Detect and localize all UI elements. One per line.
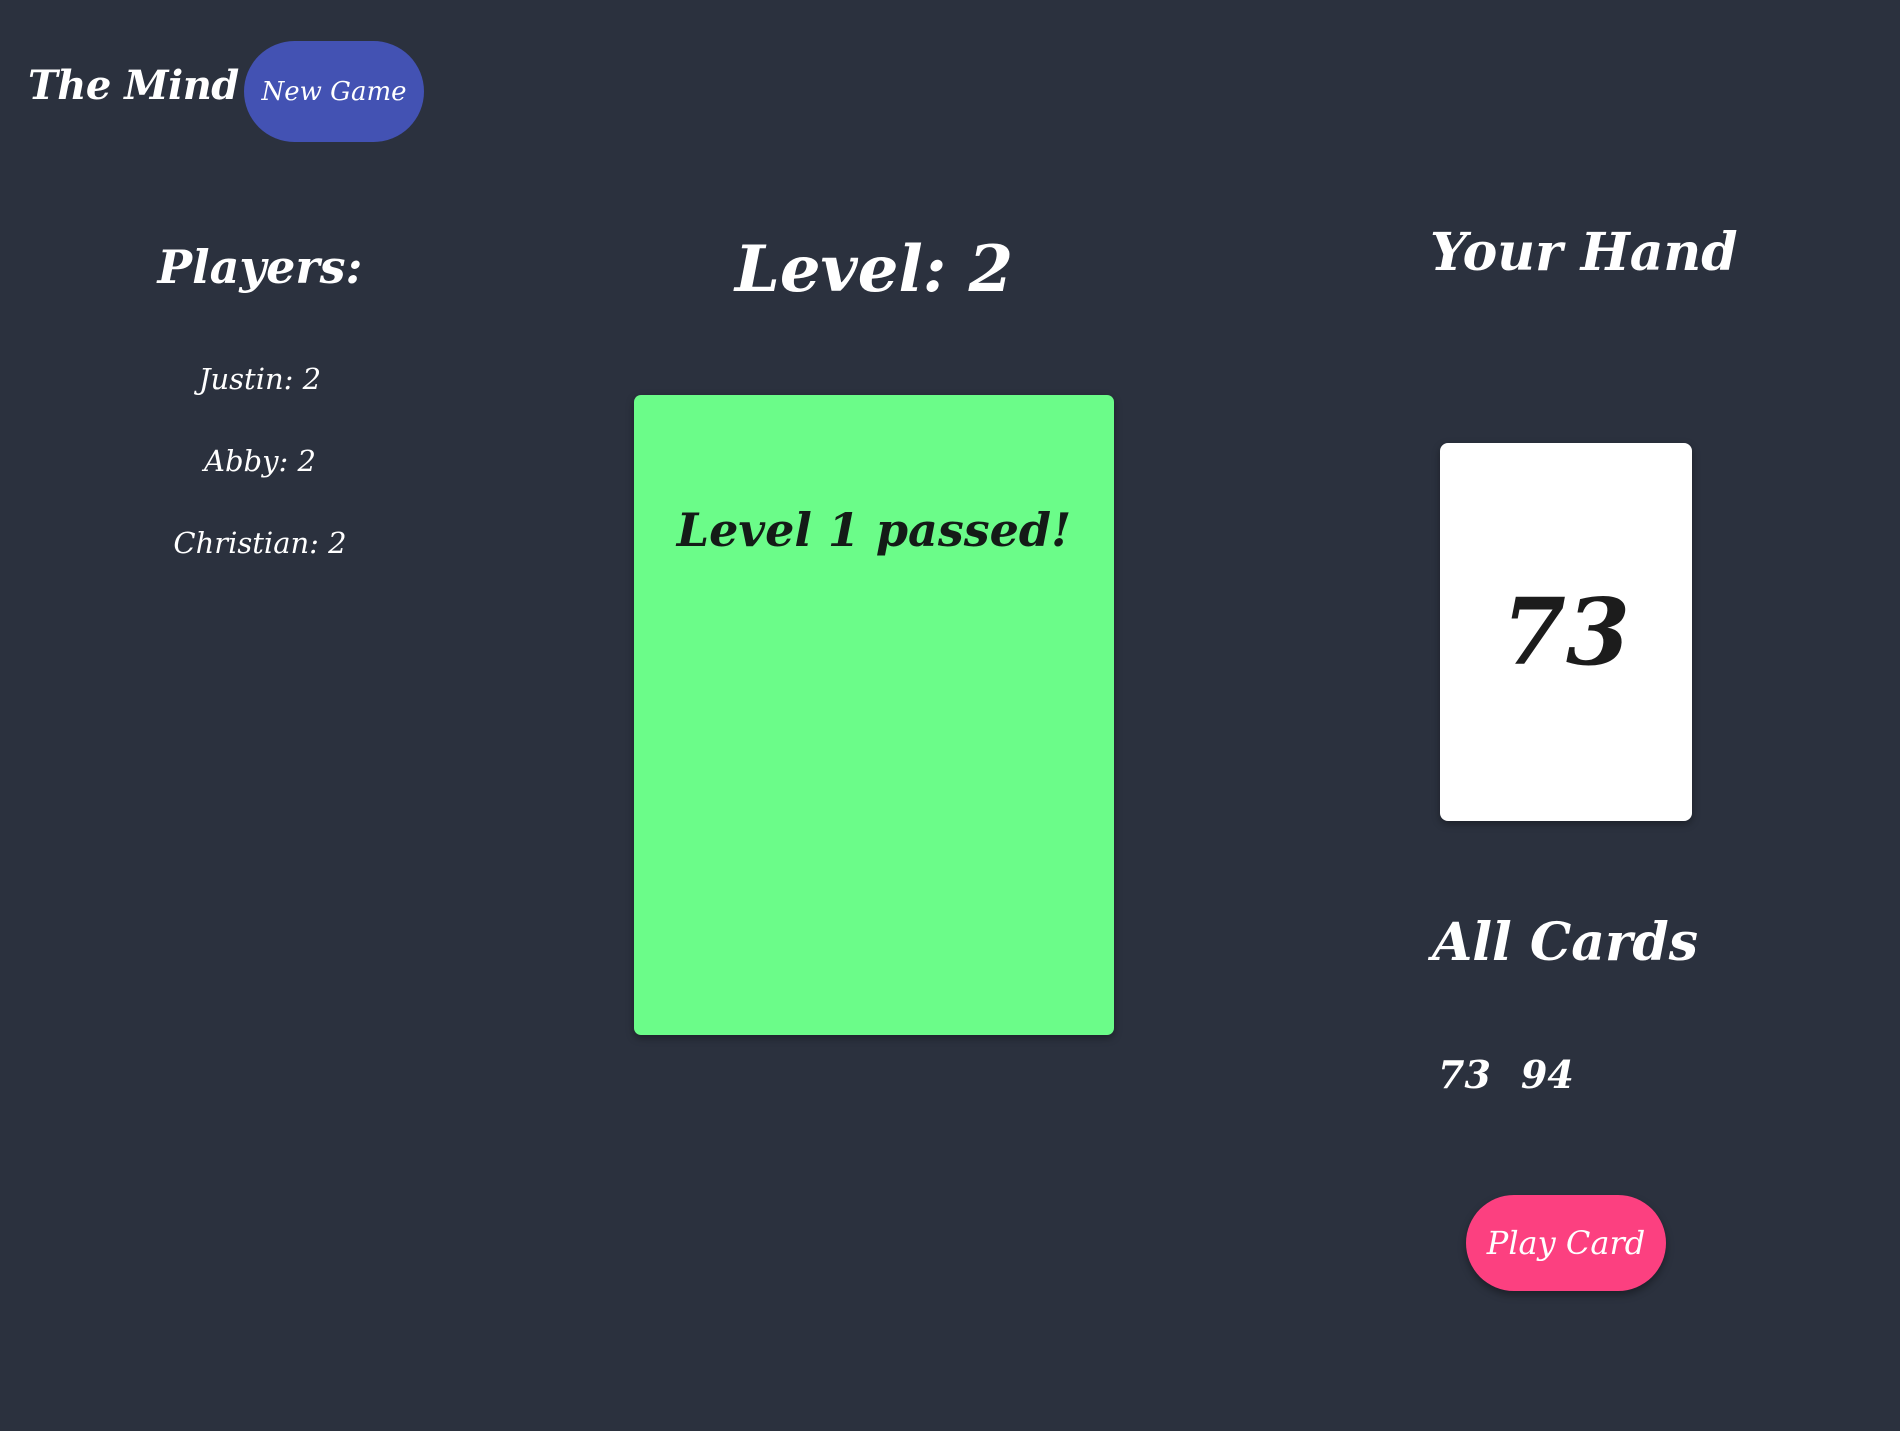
player-item: Abby: 2 [204, 444, 316, 478]
app-title: The Mind [28, 62, 239, 109]
player-item: Christian: 2 [173, 526, 347, 560]
all-cards-item: 73 [1438, 1052, 1491, 1097]
players-heading: Players: [157, 240, 363, 294]
played-pile-card: Level 1 passed! [634, 395, 1114, 1035]
level-heading: Level: 2 [734, 232, 1014, 307]
all-cards-list: 73 94 [1438, 1052, 1574, 1097]
new-game-button[interactable]: New Game [244, 41, 424, 142]
all-cards-item: 94 [1520, 1052, 1574, 1097]
level-status-message: Level 1 passed! [676, 503, 1072, 557]
all-cards-heading: All Cards [1431, 912, 1699, 973]
hand-card-value: 73 [1501, 578, 1631, 686]
your-hand-heading: Your Hand [1430, 222, 1738, 283]
players-panel: Players: Justin: 2 Abby: 2 Christian: 2 [80, 240, 440, 610]
player-item: Justin: 2 [198, 362, 322, 396]
hand-card[interactable]: 73 [1440, 443, 1692, 821]
play-card-button[interactable]: Play Card [1466, 1195, 1666, 1291]
